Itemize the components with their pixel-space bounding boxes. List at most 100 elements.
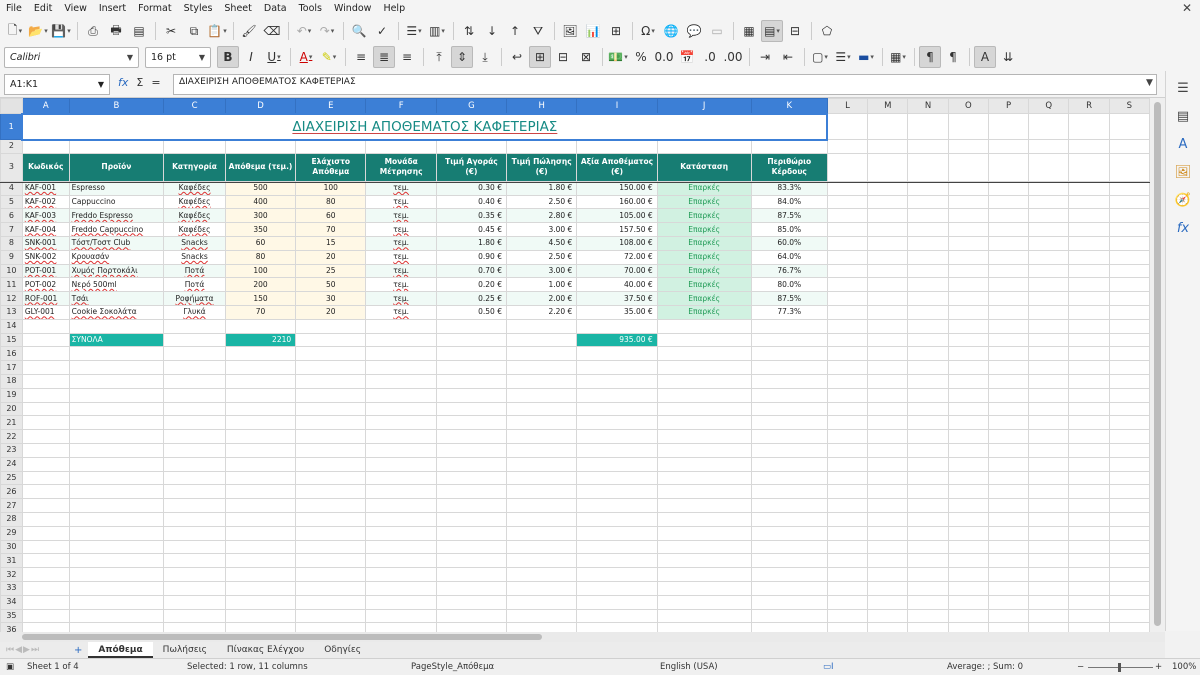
cell[interactable] [295,622,367,632]
decrease-indent-icon[interactable]: ⇤ [777,46,799,68]
cell[interactable] [435,498,507,513]
cell[interactable] [21,318,70,334]
cell[interactable] [295,594,367,610]
cell[interactable] [68,456,165,472]
cell[interactable] [947,567,989,582]
row-header[interactable]: 17 [0,360,23,375]
cell[interactable] [576,498,658,513]
cell[interactable] [576,525,658,541]
cell[interactable] [947,484,989,500]
row-header[interactable]: 9 [0,249,23,265]
cell[interactable] [505,484,578,500]
cell[interactable] [826,594,869,610]
data-cell[interactable]: Τσάι [68,291,165,306]
sort-descending-icon[interactable]: ↑ [504,20,526,42]
cell[interactable] [1108,235,1150,251]
row-header[interactable]: 23 [0,442,23,458]
data-cell[interactable]: 1.00 € [505,277,578,293]
cell[interactable] [987,401,1030,417]
data-cell[interactable]: Νερό 500ml [68,277,165,293]
data-cell[interactable]: Καφέδες [163,222,226,237]
cell[interactable] [907,318,949,334]
cell[interactable] [505,470,578,486]
open-icon[interactable]: 📂 [27,20,49,42]
row-header[interactable]: 8 [0,235,23,251]
column-header-o[interactable]: O [947,98,989,114]
cell[interactable] [1108,208,1150,224]
cell[interactable] [21,332,70,348]
language-status[interactable]: English (USA) [660,662,718,672]
autofilter-icon[interactable]: ⛛ [527,20,549,42]
cell[interactable] [867,180,909,196]
cell[interactable] [826,373,869,389]
cut-icon[interactable]: ✂ [160,20,182,42]
split-window-icon[interactable]: ⊟ [784,20,806,42]
row-header[interactable]: 30 [0,539,23,555]
cell[interactable] [163,525,226,541]
data-cell[interactable]: τεμ. [365,304,437,320]
cell[interactable] [576,580,658,596]
cell[interactable] [163,594,226,610]
cell[interactable] [1068,291,1110,306]
cell[interactable] [435,373,507,389]
data-cell[interactable]: 87.5% [750,291,828,306]
data-cell[interactable]: POT-002 [21,277,70,293]
cell[interactable] [1108,456,1150,472]
cell[interactable] [1108,401,1150,417]
cell[interactable] [1028,180,1070,196]
cell[interactable] [1068,567,1110,582]
cell[interactable] [576,511,658,527]
cell[interactable] [750,139,828,154]
cell[interactable] [365,387,437,403]
cell[interactable] [987,373,1030,389]
cell[interactable] [987,249,1030,265]
column-title-cell[interactable]: Μονάδα Μέτρησης [365,152,437,182]
cell[interactable] [1068,470,1110,486]
cell[interactable] [907,222,949,237]
menu-insert[interactable]: Insert [93,3,132,14]
italic-icon[interactable]: I [240,46,262,68]
cell[interactable] [576,387,658,403]
cell[interactable] [907,442,949,458]
cell[interactable] [163,415,226,431]
cell[interactable] [867,277,909,293]
cell[interactable] [750,442,828,458]
clear-formatting-icon[interactable]: ⌫ [261,20,283,42]
cell[interactable] [947,470,989,486]
cell[interactable] [907,401,949,417]
cell[interactable] [1028,208,1070,224]
cell[interactable] [224,553,297,569]
cell[interactable] [224,318,297,334]
data-cell[interactable]: Καφέδες [163,208,226,224]
row-header[interactable]: 6 [0,208,23,224]
cell[interactable] [1028,291,1070,306]
cell[interactable] [505,429,578,444]
cell[interactable] [656,622,752,632]
data-cell[interactable]: 108.00 € [576,235,658,251]
cell[interactable] [1068,304,1110,320]
border-color-icon[interactable]: ▬ [855,46,877,68]
cell[interactable] [68,511,165,527]
add-sheet-icon[interactable]: + [74,645,82,656]
cell[interactable] [656,346,752,362]
cell[interactable] [1028,346,1070,362]
cell[interactable] [907,539,949,555]
save-icon[interactable]: 💾 [50,20,72,42]
data-cell[interactable]: Snacks [163,235,226,251]
cell[interactable] [68,360,165,375]
data-cell[interactable]: 87.5% [750,208,828,224]
cell[interactable] [435,456,507,472]
data-cell[interactable]: Επαρκές [656,249,752,265]
data-cell[interactable]: 0.25 € [435,291,507,306]
cell[interactable] [907,194,949,210]
cell[interactable] [224,360,297,375]
cell[interactable] [826,222,869,237]
cell[interactable] [435,567,507,582]
cell[interactable] [867,525,909,541]
cell[interactable] [21,580,70,596]
cell[interactable] [987,498,1030,513]
data-cell[interactable]: Espresso [68,180,165,196]
cell[interactable] [1068,180,1110,196]
cell[interactable] [750,484,828,500]
cell[interactable] [1028,360,1070,375]
